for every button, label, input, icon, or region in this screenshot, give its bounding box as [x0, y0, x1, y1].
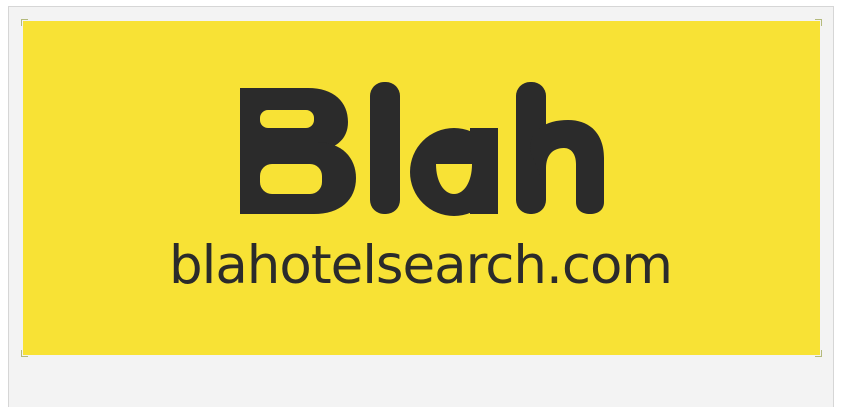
- crop-corner-bottom-left: [21, 350, 28, 357]
- logo-letters: [240, 82, 604, 216]
- blah-logo-graphic: [240, 82, 604, 216]
- logo-letter-b-counter-top: [260, 110, 314, 128]
- crop-corner-top-right: [815, 19, 822, 26]
- logo-letter-a-stem: [470, 128, 498, 214]
- crop-corner-top-left: [21, 19, 28, 26]
- blah-wordmark-logo: [230, 80, 610, 220]
- logo-letter-b-lower: [240, 88, 260, 214]
- logo-letter-l: [370, 82, 400, 214]
- website-domain: blahotelsearch.com: [168, 235, 673, 296]
- logo-letter-b-counter-bottom: [260, 164, 322, 194]
- crop-corner-bottom-right: [815, 350, 822, 357]
